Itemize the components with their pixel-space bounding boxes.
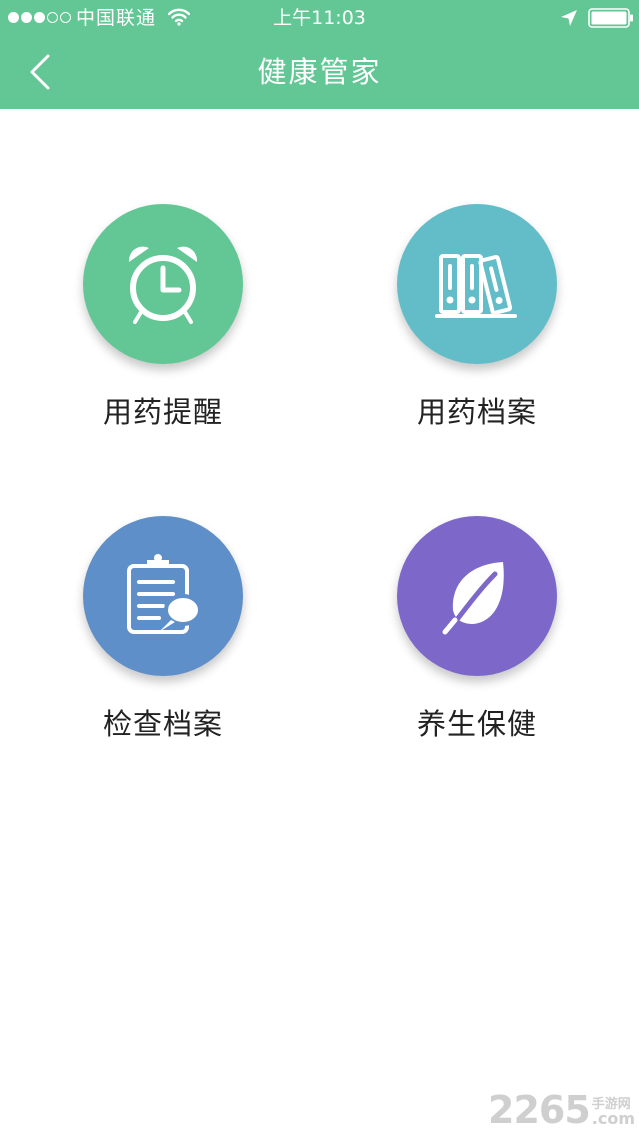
medication-reminder-circle[interactable] — [83, 204, 243, 364]
navigation-bar: 健康管家 — [0, 36, 639, 109]
watermark-domain: .com — [591, 1109, 635, 1128]
health-care-circle[interactable] — [397, 516, 557, 676]
medication-records-button[interactable]: 用药档案 — [367, 204, 587, 444]
binders-icon — [435, 254, 517, 318]
health-care-label: 养生保健 — [416, 707, 537, 741]
medication-records-label: 用药档案 — [416, 395, 537, 429]
leaf-icon — [442, 562, 504, 635]
page-title: 健康管家 — [257, 55, 382, 89]
health-manager-screen: 中国联通 上午11:03 健康管家 用药提醒 用药档案 检查档案 养生保健 22… — [0, 0, 639, 1136]
checkup-records-button[interactable]: 检查档案 — [53, 516, 273, 756]
checkup-records-circle[interactable] — [83, 516, 243, 676]
battery-icon — [588, 8, 633, 28]
status-bar: 中国联通 上午11:03 — [0, 0, 639, 36]
header: 中国联通 上午11:03 健康管家 — [0, 0, 639, 109]
site-watermark: 2265 手游网 .com — [488, 1086, 635, 1130]
watermark-side: 手游网 .com — [591, 1098, 635, 1128]
watermark-number: 2265 — [488, 1088, 591, 1132]
status-time: 上午11:03 — [273, 7, 366, 29]
medication-records-circle[interactable] — [397, 204, 557, 364]
clipboard-chat-icon — [127, 554, 202, 634]
alarm-clock-icon — [128, 246, 198, 324]
location-arrow-icon — [561, 10, 577, 26]
medication-reminder-label: 用药提醒 — [102, 395, 223, 429]
checkup-records-label: 检查档案 — [102, 707, 223, 741]
medication-reminder-button[interactable]: 用药提醒 — [53, 204, 273, 444]
health-care-button[interactable]: 养生保健 — [367, 516, 587, 756]
